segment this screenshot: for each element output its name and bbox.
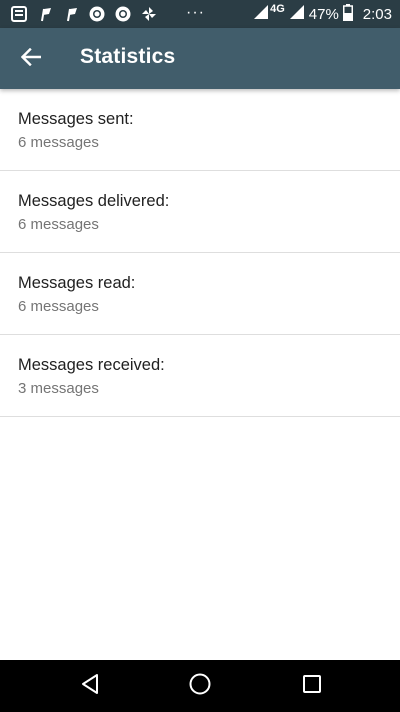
stat-label: Messages read: bbox=[18, 274, 136, 292]
clock-time: 2:03 bbox=[362, 5, 392, 23]
stat-value: 6 messages bbox=[18, 298, 99, 315]
nav-back-button[interactable] bbox=[74, 670, 106, 702]
battery-percent: 47% bbox=[308, 5, 339, 23]
system-indicators: 4G 47% 2:03 bbox=[253, 3, 392, 25]
network-type: 4G bbox=[270, 3, 285, 15]
status-bar: ··· 4G 47% 2:03 bbox=[0, 0, 400, 28]
nav-recents-button[interactable] bbox=[296, 670, 328, 702]
stat-value: 6 messages bbox=[18, 134, 99, 151]
ring-icon bbox=[88, 5, 106, 23]
stat-label: Messages delivered: bbox=[18, 192, 170, 210]
app-bar: Statistics bbox=[0, 28, 400, 89]
signal-icon bbox=[253, 4, 269, 24]
stat-row-read: Messages read: 6 messages bbox=[0, 253, 400, 335]
system-navigation-bar bbox=[0, 660, 400, 712]
recents-square-icon bbox=[303, 674, 321, 698]
page-title: Statistics bbox=[80, 45, 176, 68]
stat-row-received: Messages received: 3 messages bbox=[0, 335, 400, 417]
notes-icon bbox=[10, 5, 28, 23]
more-notifications-dots: ··· bbox=[186, 4, 205, 21]
flag-icon bbox=[36, 5, 54, 23]
arrow-back-icon bbox=[20, 47, 42, 71]
stat-value: 6 messages bbox=[18, 216, 99, 233]
back-triangle-icon bbox=[80, 673, 100, 700]
signal-icon bbox=[289, 4, 305, 24]
nav-home-button[interactable] bbox=[184, 670, 216, 702]
stat-row-delivered: Messages delivered: 6 messages bbox=[0, 171, 400, 253]
flag-icon bbox=[62, 5, 80, 23]
statistics-list: Messages sent: 6 messages Messages deliv… bbox=[0, 89, 400, 417]
stat-value: 3 messages bbox=[18, 380, 99, 397]
battery-icon bbox=[342, 3, 353, 25]
back-button[interactable] bbox=[14, 42, 48, 76]
stat-row-sent: Messages sent: 6 messages bbox=[0, 89, 400, 171]
home-circle-icon bbox=[189, 673, 211, 700]
pinwheel-icon bbox=[140, 5, 158, 23]
notification-icons bbox=[10, 5, 158, 23]
ring-icon bbox=[114, 5, 132, 23]
stat-label: Messages sent: bbox=[18, 110, 134, 128]
stat-label: Messages received: bbox=[18, 356, 165, 374]
